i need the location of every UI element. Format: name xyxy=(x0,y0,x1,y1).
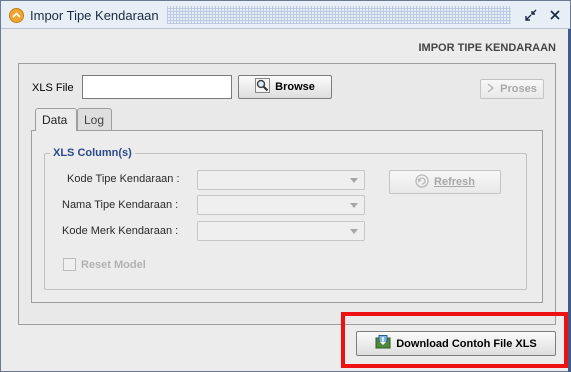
title-bar-texture xyxy=(167,6,511,24)
magnifier-icon xyxy=(255,78,271,96)
refresh-label: Refresh xyxy=(434,176,475,188)
page-header: IMPOR TIPE KENDARAAN xyxy=(418,42,556,54)
browse-label: Browse xyxy=(275,81,315,93)
restore-icon[interactable] xyxy=(523,7,539,23)
chevron-down-icon xyxy=(350,229,358,234)
nama-tipe-combo[interactable] xyxy=(197,195,365,215)
proses-arrow-icon xyxy=(487,82,495,96)
reset-model-label: Reset Model xyxy=(81,259,146,271)
kode-merk-label: Kode Merk Kendaraan : xyxy=(62,225,179,237)
import-window: Impor Tipe Kendaraan IMPOR TIPE KENDARAA… xyxy=(0,0,571,372)
chevron-down-icon xyxy=(350,178,358,183)
xls-columns-legend: XLS Column(s) xyxy=(50,147,135,159)
reset-model-checkbox[interactable] xyxy=(63,258,76,271)
browse-button[interactable]: Browse xyxy=(238,75,332,99)
proses-label: Proses xyxy=(500,83,537,95)
window-title: Impor Tipe Kendaraan xyxy=(30,8,159,23)
xls-file-label: XLS File xyxy=(32,82,74,94)
proses-button[interactable]: Proses xyxy=(480,79,544,99)
tab-data[interactable]: Data xyxy=(35,108,77,131)
title-bar: Impor Tipe Kendaraan xyxy=(1,1,570,29)
close-icon[interactable] xyxy=(547,7,563,23)
kode-tipe-label: Kode Tipe Kendaraan : xyxy=(67,173,180,185)
kode-tipe-combo[interactable] xyxy=(197,170,365,190)
xls-file-input[interactable] xyxy=(82,75,232,99)
chevron-down-icon xyxy=(350,203,358,208)
highlight-box xyxy=(341,312,568,368)
kode-merk-combo[interactable] xyxy=(197,221,365,241)
app-icon xyxy=(9,8,24,23)
refresh-icon xyxy=(415,173,429,191)
refresh-button[interactable]: Refresh xyxy=(389,170,501,194)
nama-tipe-label: Nama Tipe Kendaraan : xyxy=(62,199,179,211)
tab-log[interactable]: Log xyxy=(77,108,112,130)
